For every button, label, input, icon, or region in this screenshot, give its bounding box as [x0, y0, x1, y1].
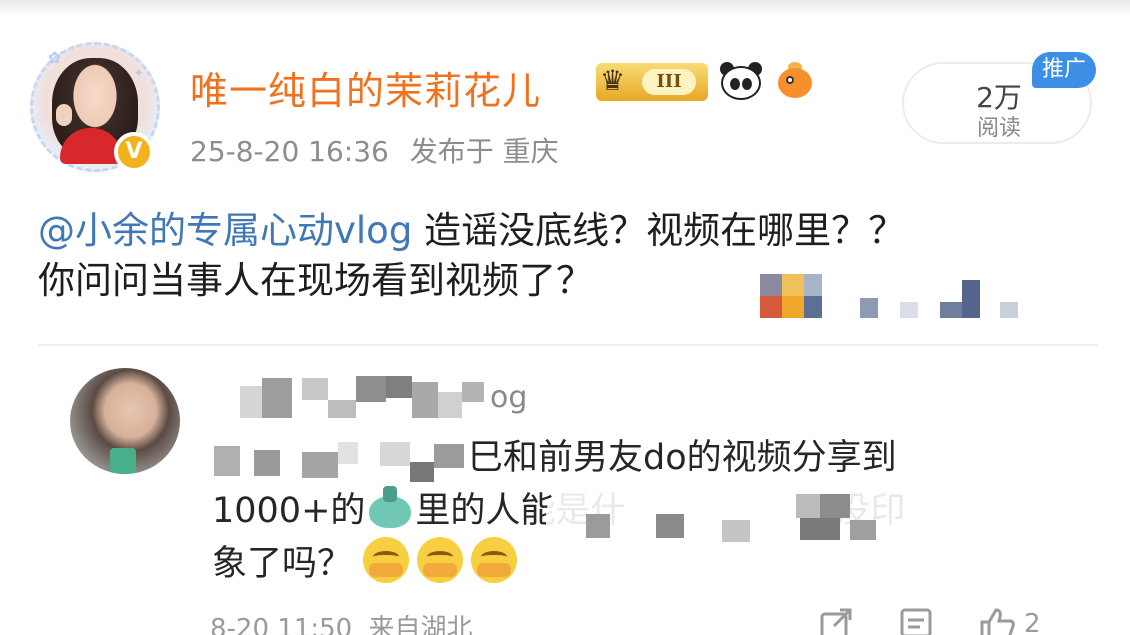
dumpling-emoji-icon: [365, 484, 415, 530]
commenter-name[interactable]: og: [490, 380, 527, 415]
post-time: 25-8-20 16:36: [190, 135, 389, 168]
post-location: 发布于 重庆: [409, 135, 559, 168]
verified-badge-icon: V: [114, 132, 154, 172]
author-badges: ♛ III: [596, 60, 818, 104]
mention-link[interactable]: @小余的专属心动vlog: [38, 209, 412, 252]
comment-footer: 8-20 11:50 来自湖北: [210, 608, 480, 635]
comment-icon: [900, 608, 932, 635]
post-meta: 25-8-20 16:36 发布于 重庆: [190, 130, 571, 170]
level-badge: III: [642, 69, 696, 95]
top-edge: [0, 0, 1130, 16]
section-divider: [38, 344, 1098, 346]
crown-icon: ♛: [600, 64, 626, 97]
author-name[interactable]: 唯一纯白的茉莉花儿: [190, 60, 541, 115]
like-icon: [980, 608, 1015, 635]
crown-badge-icon[interactable]: ♛ III: [596, 63, 708, 101]
post-text-1: 造谣没底线？视频在哪里？？: [412, 209, 906, 252]
like-count: 2: [1024, 609, 1041, 635]
post-line-1: @小余的专属心动vlog 造谣没底线？视频在哪里？？: [38, 206, 1098, 256]
crying-face-emoji-icon: [471, 537, 518, 583]
comment-source: 来自湖北: [368, 614, 473, 635]
comment-button[interactable]: [898, 606, 934, 635]
crying-face-emoji-icon: [417, 537, 464, 583]
share-icon: [820, 608, 852, 635]
promote-button[interactable]: 推广: [1032, 52, 1096, 88]
commenter-name-censor: [216, 372, 496, 424]
crying-face-emoji-icon: [363, 537, 410, 583]
comment-censor-1: [210, 436, 472, 484]
star-decoration-icon: ✦: [134, 66, 145, 80]
heart-decoration-icon: ♡: [36, 112, 49, 128]
comment-text-2a: 1000+的: [212, 491, 366, 531]
comment-text-3: 象了吗？: [212, 544, 353, 584]
commenter-avatar[interactable]: [70, 368, 180, 474]
post-text-2: 你问问当事人在现场看到视频了？: [38, 259, 593, 302]
comment-text-1: 巳和前男友do的视频分享到: [468, 438, 897, 478]
read-label: 阅读: [976, 116, 1021, 141]
comment-censor-2: [546, 480, 920, 564]
author-avatar[interactable]: ✿ ✦ ♡ V: [30, 42, 160, 172]
mosaic-censor: [700, 262, 1030, 322]
like-button[interactable]: 2: [978, 606, 1041, 635]
comment-time: 8-20 11:50: [210, 614, 353, 635]
pufferfish-icon[interactable]: [774, 62, 818, 102]
flower-decoration-icon: ✿: [48, 48, 62, 67]
panda-icon[interactable]: [718, 62, 764, 102]
avatar-photo-hand: [56, 104, 72, 126]
comment-actions: 2: [818, 604, 1085, 635]
share-button[interactable]: [818, 606, 854, 635]
